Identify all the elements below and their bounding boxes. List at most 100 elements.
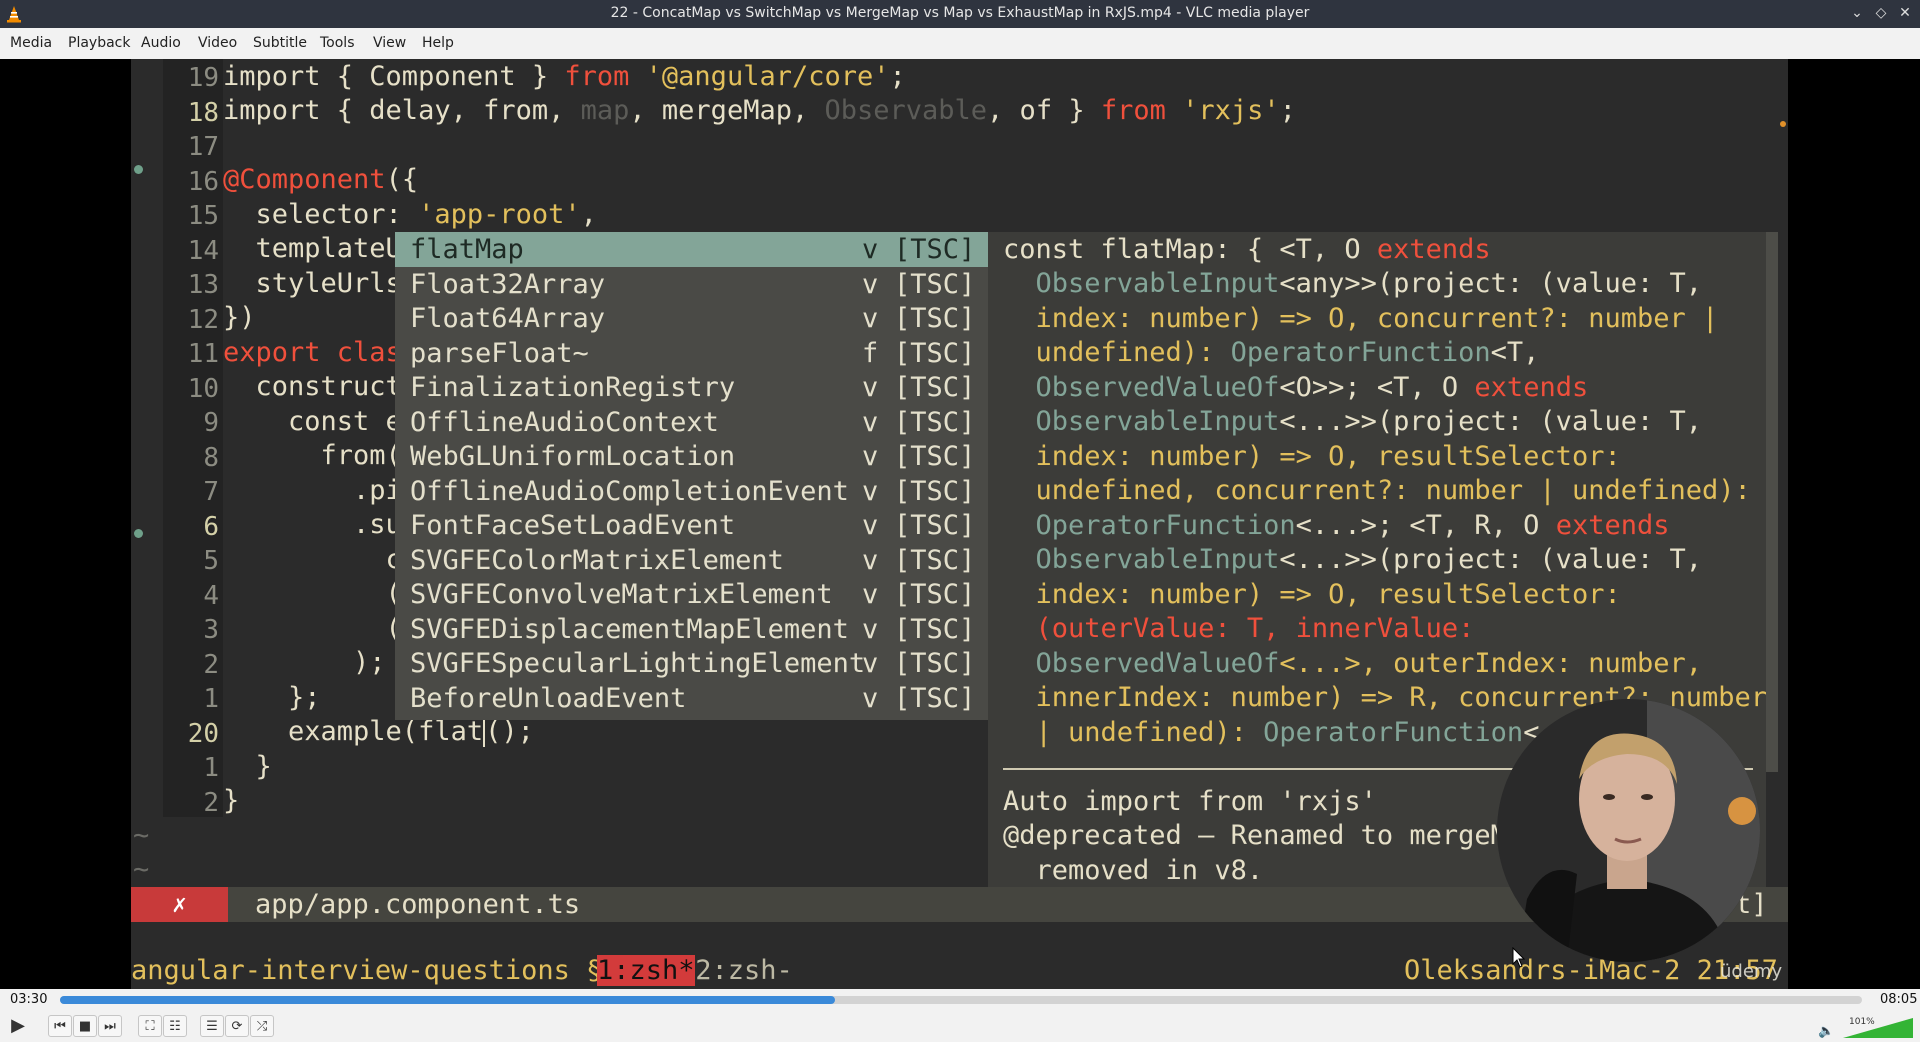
completion-item-name: OfflineAudioContext <box>410 406 719 438</box>
menu-tools[interactable]: Tools <box>320 35 355 51</box>
doc-token: ObservableInput <box>1003 406 1280 437</box>
completion-item-source: [TSC] <box>894 441 976 472</box>
volume-level: 101% <box>1849 1017 1875 1027</box>
extended-settings-icon[interactable]: ☷ <box>163 1015 187 1037</box>
doc-token: undefined): <box>1003 337 1231 368</box>
completion-item-kind: v <box>862 510 879 541</box>
completion-item-name: flatMap <box>410 234 524 265</box>
empty-line-marker: ~ <box>133 820 150 851</box>
completion-item-source: [TSC] <box>894 613 976 645</box>
doc-line: index: number) => O, resultSelector: <box>1003 579 1621 610</box>
code-line: }; <box>223 682 321 713</box>
completion-item-name: SVGFEDisplacementMapElement <box>410 613 849 645</box>
completion-item[interactable]: OfflineAudioContext v [TSC] <box>395 405 988 440</box>
code-line: .su <box>223 509 402 540</box>
completion-item-name: WebGLUniformLocation <box>410 441 736 472</box>
line-number: 1 <box>203 684 219 714</box>
line-number: 11 <box>187 339 219 369</box>
play-icon[interactable]: ▶ <box>6 1015 30 1037</box>
presenter-image <box>1497 699 1760 962</box>
completion-item-name: FinalizationRegistry <box>410 372 736 403</box>
completion-item-kind: v <box>862 475 879 507</box>
speaker-icon[interactable]: 🔈 <box>1818 1024 1834 1039</box>
shuffle-icon[interactable]: ⤮ <box>250 1015 274 1037</box>
completion-item[interactable]: WebGLUniformLocation v [TSC] <box>395 439 988 474</box>
doc-line: @deprecated — Renamed to mergeMa <box>1003 820 1524 851</box>
code-line: c <box>223 544 402 575</box>
menu-media[interactable]: Media <box>10 35 52 51</box>
doc-line: undefined, concurrent?: number | undefin… <box>1003 475 1751 506</box>
code-line: ); <box>223 647 386 678</box>
completion-item-name: OfflineAudioCompletionEvent <box>410 475 849 507</box>
menu-video[interactable]: Video <box>198 35 237 51</box>
playlist-icon[interactable]: ☰ <box>200 1015 224 1037</box>
doc-scrollbar[interactable] <box>1766 232 1778 772</box>
completion-item-source: [TSC] <box>894 579 976 610</box>
empty-line-marker: ~ <box>133 854 150 885</box>
completion-item[interactable]: SVGFEDisplacementMapElement v [TSC] <box>395 612 988 647</box>
completion-item-source: [TSC] <box>894 303 976 334</box>
indicator-dot <box>1780 121 1786 127</box>
completion-item-kind: v <box>862 613 879 645</box>
loop-icon[interactable]: ⟳ <box>225 1015 249 1037</box>
completion-item-source: [TSC] <box>894 268 976 300</box>
code-line: ( <box>223 578 402 609</box>
code-token: selector: <box>223 199 419 230</box>
doc-token: | undefined): <box>1003 717 1264 748</box>
completion-item[interactable]: flatMap v [TSC] <box>395 232 988 267</box>
completion-item[interactable]: OfflineAudioCompletionEvent v [TSC] <box>395 474 988 509</box>
stop-icon[interactable]: ■ <box>73 1015 97 1037</box>
completion-item[interactable]: FinalizationRegistry v [TSC] <box>395 370 988 405</box>
next-icon[interactable]: ⏭ <box>98 1015 122 1037</box>
seek-bar-fill <box>60 996 835 1004</box>
doc-line: const flatMap: { <T, O extends <box>1003 234 1491 265</box>
doc-line: ObservableInput<...>>(project: (value: T… <box>1003 544 1702 575</box>
fullscreen-icon[interactable]: ⛶ <box>138 1015 162 1037</box>
line-number: 7 <box>203 477 219 507</box>
code-token: from <box>1100 95 1166 126</box>
minimize-icon[interactable]: ⌄ <box>1848 4 1866 22</box>
video-area[interactable]: 19 18 17 16 15 14 13 12 11 10 9 8 7 6 5 4 3 2 1 20 1 2 import… <box>0 59 1920 989</box>
maximize-icon[interactable]: ◇ <box>1872 4 1890 22</box>
code-line: .pi <box>223 475 402 506</box>
completion-item[interactable]: BeforeUnloadEvent v [TSC] <box>395 681 988 716</box>
line-number: 20 <box>187 718 219 749</box>
doc-line: (outerValue: T, innerValue: <box>1003 613 1475 644</box>
code-token: import { Component } <box>223 61 565 92</box>
doc-token: OperatorFunction <box>1003 510 1296 541</box>
completion-item[interactable]: Float32Array v [TSC] <box>395 267 988 302</box>
completion-item-source: [TSC] <box>894 372 976 403</box>
doc-token: <T, <box>1490 337 1540 368</box>
completion-item[interactable]: SVGFESpecularLightingElement v [TSC] <box>395 646 988 681</box>
code-line: selector: 'app-root', <box>223 199 597 230</box>
line-number: 6 <box>203 511 219 542</box>
doc-token: ObservedValueOf <box>1003 648 1280 679</box>
menu-bar: Media Playback Audio Video Subtitle Tool… <box>0 28 1920 60</box>
code-line-current: example(flat(); <box>223 716 534 747</box>
doc-line: undefined): OperatorFunction<T, <box>1003 337 1540 368</box>
completion-item-name: SVGFEColorMatrixElement <box>410 544 784 576</box>
completion-item-kind: v <box>862 441 879 472</box>
completion-item-source: [TSC] <box>894 510 976 541</box>
completion-item[interactable]: SVGFEConvolveMatrixElement v [TSC] <box>395 577 988 612</box>
completion-item[interactable]: FontFaceSetLoadEvent v [TSC] <box>395 508 988 543</box>
code-line: construct <box>223 371 402 402</box>
previous-icon[interactable]: ⏮ <box>48 1015 72 1037</box>
menu-audio[interactable]: Audio <box>141 35 181 51</box>
completion-item-name: Float64Array <box>410 303 606 334</box>
seek-bar[interactable] <box>60 996 1862 1004</box>
close-icon[interactable]: ✕ <box>1896 4 1914 22</box>
completion-item[interactable]: SVGFEColorMatrixElement v [TSC] <box>395 543 988 578</box>
line-number: 5 <box>203 546 219 576</box>
menu-view[interactable]: View <box>373 35 406 51</box>
code-token: (); <box>485 716 534 747</box>
menu-subtitle[interactable]: Subtitle <box>253 35 307 51</box>
doc-line: index: number) => O, resultSelector: <box>1003 441 1621 472</box>
completion-item[interactable]: parseFloat~ f [TSC] <box>395 336 988 371</box>
menu-help[interactable]: Help <box>422 35 454 51</box>
line-number: 15 <box>187 201 219 231</box>
doc-token: <...>>(project: (value: T, <box>1279 544 1702 575</box>
completion-item-name: parseFloat~ <box>410 337 589 369</box>
completion-item[interactable]: Float64Array v [TSC] <box>395 301 988 336</box>
menu-playback[interactable]: Playback <box>68 35 130 51</box>
